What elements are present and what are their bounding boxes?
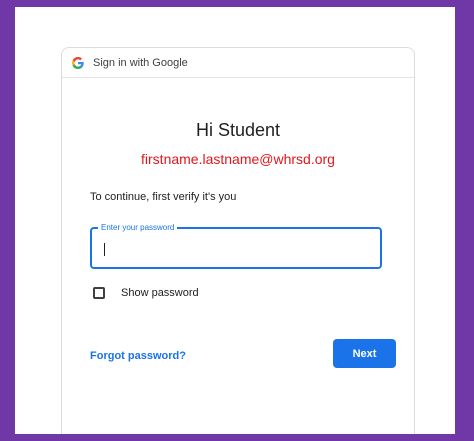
show-password-label[interactable]: Show password [121, 287, 199, 299]
next-button[interactable]: Next [333, 339, 396, 368]
text-caret [104, 243, 105, 256]
account-email[interactable]: firstname.lastname@whrsd.org [62, 151, 414, 167]
signin-card: Sign in with Google Hi Student firstname… [61, 47, 415, 434]
password-field[interactable]: Enter your password [90, 222, 382, 269]
forgot-password-link[interactable]: Forgot password? [90, 350, 186, 362]
show-password-toggle[interactable]: Show password [93, 287, 199, 299]
greeting-title: Hi Student [195, 120, 281, 140]
password-input[interactable] [92, 229, 380, 267]
page-background: Sign in with Google Hi Student firstname… [15, 7, 455, 434]
card-header: Sign in with Google [62, 48, 414, 78]
google-g-icon [72, 56, 84, 69]
show-password-checkbox[interactable] [93, 287, 105, 299]
verify-subtitle: To continue, first verify it's you [90, 191, 237, 203]
header-title: Sign in with Google [93, 56, 188, 69]
